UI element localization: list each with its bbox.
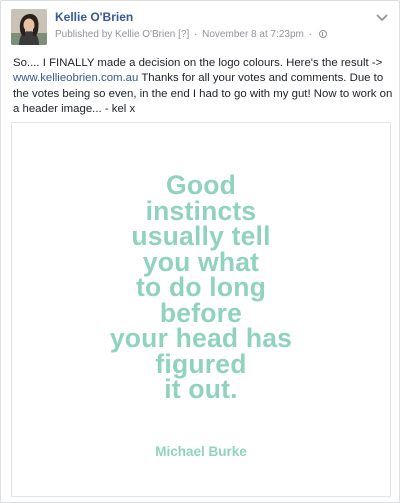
quote-line: it out. [164, 374, 238, 404]
post-text-before-link: So.... I FINALLY made a decision on the … [13, 57, 383, 69]
publisher-name-link[interactable]: Kellie O'Brien [115, 29, 175, 40]
globe-icon[interactable] [318, 30, 327, 38]
post-image[interactable]: Good instincts usually tell you what to … [11, 122, 391, 497]
meta-separator-2: · [308, 29, 312, 40]
quote-line: Good [166, 170, 236, 200]
chevron-down-icon[interactable] [375, 11, 389, 23]
help-marker[interactable]: [?] [178, 29, 189, 40]
post-card: Kellie O'Brien Published by Kellie O'Bri… [0, 0, 400, 503]
post-header: Kellie O'Brien Published by Kellie O'Bri… [1, 1, 399, 47]
quote-text: Good instincts usually tell you what to … [12, 170, 390, 404]
quote-line: to do long [135, 272, 267, 302]
post-body-text: So.... I FINALLY made a decision on the … [13, 56, 393, 117]
timestamp-link[interactable]: November 8 at 7:23pm [202, 29, 304, 40]
quote-attribution: Michael Burke [155, 444, 247, 459]
meta-separator: · [194, 29, 198, 40]
profile-photo-icon [11, 9, 47, 45]
quote-line: usually tell [131, 221, 271, 251]
website-link[interactable]: www.kellieobrien.com.au [13, 72, 138, 84]
quote-line: your head has [109, 323, 293, 353]
post-meta: Published by Kellie O'Brien [?] · Novemb… [55, 29, 327, 40]
avatar[interactable] [11, 9, 47, 45]
author-name-link[interactable]: Kellie O'Brien [55, 10, 133, 24]
published-by-prefix: Published by [55, 29, 113, 40]
